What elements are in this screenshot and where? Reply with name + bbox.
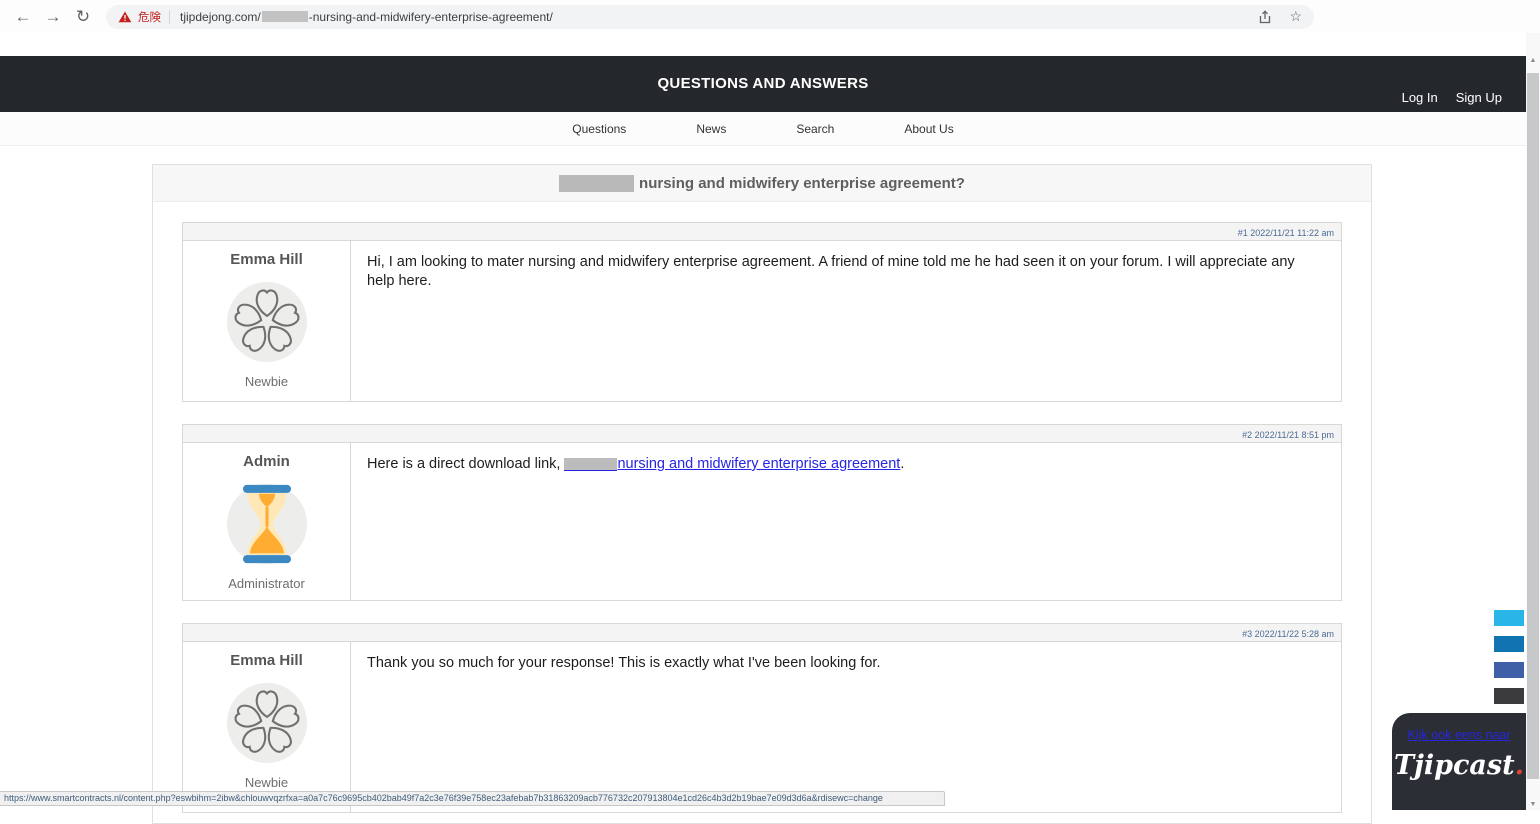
post-2-body: Here is a direct download link,nursing a…: [351, 443, 1341, 600]
nav-item-search[interactable]: Search: [796, 122, 834, 136]
flower-icon[interactable]: [227, 683, 307, 763]
download-link[interactable]: nursing and midwifery enterprise agreeme…: [564, 456, 900, 472]
back-icon[interactable]: ←: [8, 8, 38, 25]
url-text: tjipdejong.com/-nursing-and-midwifery-en…: [180, 10, 553, 24]
share-square-2[interactable]: [1494, 636, 1524, 652]
question-title: nursing and midwifery enterprise agreeme…: [153, 165, 1371, 202]
nav-item-questions[interactable]: Questions: [572, 122, 626, 136]
kijk-ook-eens-naar-link[interactable]: Kijk ook eens naar: [1408, 728, 1511, 742]
post-1-author-cell: Emma Hill Newbie: [183, 241, 351, 401]
signup-link[interactable]: Sign Up: [1456, 90, 1502, 105]
flower-icon[interactable]: [227, 282, 307, 362]
login-link[interactable]: Log In: [1402, 90, 1438, 105]
post-2-author-name: Admin: [183, 453, 350, 470]
post-3-author-name: Emma Hill: [183, 652, 350, 669]
question-thread-card: nursing and midwifery enterprise agreeme…: [152, 164, 1372, 824]
page-scrollbar[interactable]: ▲ ▼: [1526, 33, 1540, 810]
nav-item-about[interactable]: About Us: [904, 122, 953, 136]
post-3: #3 2022/11/22 5:28 am Emma Hill Newbie: [182, 623, 1342, 813]
post-2-permalink[interactable]: #2 2022/11/21 8:51 pm: [1242, 430, 1341, 440]
share-page-icon[interactable]: [1257, 10, 1271, 24]
post-2: #2 2022/11/21 8:51 pm Admin: [182, 424, 1342, 601]
tjipcast-logo[interactable]: Tjipcast.: [1392, 750, 1526, 781]
hourglass-icon[interactable]: [227, 484, 307, 564]
post-1-author-name: Emma Hill: [183, 251, 350, 268]
redacted-url-segment: [262, 11, 308, 22]
post-2-author-role: Administrator: [183, 576, 350, 591]
nav-item-news[interactable]: News: [696, 122, 726, 136]
share-buttons-column: [1494, 610, 1524, 714]
post-3-body: Thank you so much for your response! Thi…: [351, 642, 1341, 812]
danger-warning-label: 危険: [138, 9, 161, 25]
post-1-body: Hi, I am looking to mater nursing and mi…: [351, 241, 1341, 401]
url-divider: [169, 10, 170, 24]
post-3-permalink[interactable]: #3 2022/11/22 5:28 am: [1242, 629, 1341, 639]
post-3-author-role: Newbie: [183, 775, 350, 790]
redacted-title-segment: [559, 175, 634, 192]
main-nav: Questions News Search About Us: [0, 112, 1526, 146]
site-header: QUESTIONS AND ANSWERS Log In Sign Up: [0, 56, 1526, 112]
browser-chrome: ← → ↻ 危険 tjipdejong.com/-nursing-and-mid…: [0, 0, 1540, 33]
post-1-author-role: Newbie: [183, 374, 350, 389]
scrollbar-thumb[interactable]: [1527, 73, 1539, 779]
redacted-link-segment: [564, 458, 617, 471]
url-bar[interactable]: 危険 tjipdejong.com/-nursing-and-midwifery…: [106, 5, 1314, 29]
reload-icon[interactable]: ↻: [68, 8, 98, 25]
share-square-1[interactable]: [1494, 610, 1524, 626]
bookmark-star-icon[interactable]: ☆: [1289, 8, 1302, 25]
site-title: QUESTIONS AND ANSWERS: [0, 56, 1526, 92]
link-status-bar: https://www.smartcontracts.nl/content.ph…: [0, 791, 945, 806]
post-1-permalink[interactable]: #1 2022/11/21 11:22 am: [1238, 228, 1341, 238]
tjipcast-promo-widget: Kijk ook eens naar Tjipcast.: [1392, 713, 1526, 810]
share-square-4[interactable]: [1494, 688, 1524, 704]
post-3-author-cell: Emma Hill Newbie: [183, 642, 351, 812]
scroll-down-icon[interactable]: ▼: [1526, 801, 1540, 808]
post-2-author-cell: Admin Administrator: [183, 443, 351, 600]
share-square-3[interactable]: [1494, 662, 1524, 678]
danger-warning-icon: [118, 11, 132, 23]
scroll-up-icon[interactable]: ▲: [1526, 57, 1540, 64]
post-1: #1 2022/11/21 11:22 am Emma Hill Newbie: [182, 222, 1342, 402]
forward-icon[interactable]: →: [38, 8, 68, 25]
